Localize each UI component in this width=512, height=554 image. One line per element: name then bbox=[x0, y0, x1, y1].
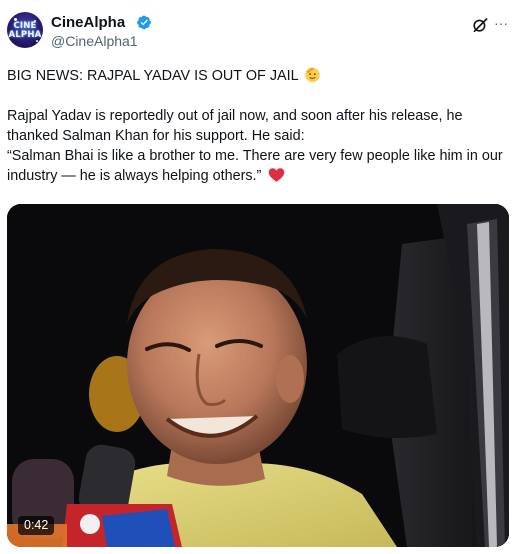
tweet-body: Rajpal Yadav is reportedly out of jail n… bbox=[7, 108, 463, 144]
verified-badge-icon bbox=[137, 15, 151, 30]
tweet-quote-line: “Salman Bhai is like a brother to me. Th… bbox=[7, 146, 507, 186]
tweet-headline: BIG NEWS: RAJPAL YADAV IS OUT OF JAIL bbox=[7, 68, 299, 84]
avatar-logo-line2: ALPHA bbox=[8, 30, 42, 40]
saluting-face-icon bbox=[305, 67, 320, 83]
tweet-headline-line: BIG NEWS: RAJPAL YADAV IS OUT OF JAIL bbox=[7, 66, 507, 86]
tweet-text: BIG NEWS: RAJPAL YADAV IS OUT OF JAIL Ra… bbox=[7, 66, 507, 186]
grok-icon[interactable] bbox=[472, 17, 488, 33]
video-thumbnail bbox=[7, 204, 509, 547]
avatar[interactable]: CINE ALPHA bbox=[7, 12, 43, 48]
author-handle[interactable]: @CineAlpha1 bbox=[51, 33, 138, 50]
video-player[interactable]: 0:42 bbox=[7, 204, 509, 547]
tweet-quote: “Salman Bhai is like a brother to me. Th… bbox=[7, 148, 503, 184]
author-name[interactable]: CineAlpha bbox=[51, 14, 125, 32]
more-icon[interactable]: ··· bbox=[494, 14, 508, 32]
red-heart-icon bbox=[269, 168, 285, 182]
video-duration: 0:42 bbox=[18, 516, 55, 535]
